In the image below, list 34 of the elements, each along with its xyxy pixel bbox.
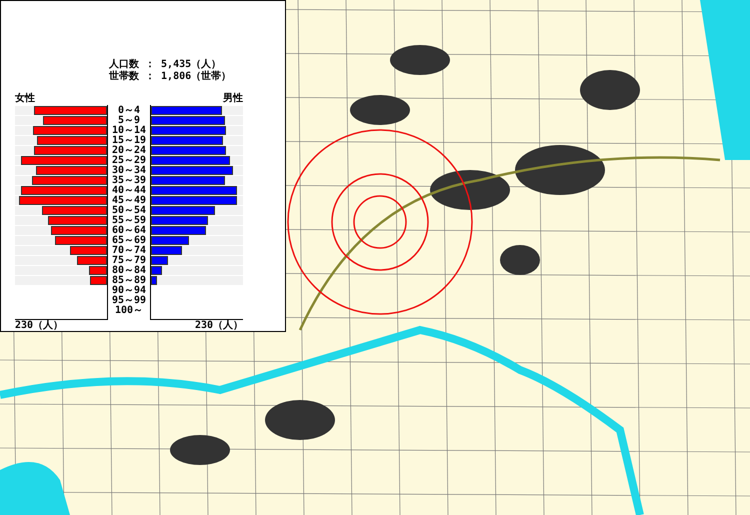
age-group-label: 60～64 [110,226,148,236]
sea [0,462,70,515]
scale-label: 230（人） [194,320,243,332]
age-group-label: 90～94 [110,286,148,296]
age-group-label: 0～4 [116,106,142,116]
age-group-label: 30～34 [110,166,148,176]
building-cluster [500,245,540,275]
pyramid-side-title: 男性 [223,93,243,105]
age-group-label: 80～84 [110,266,148,276]
summary-text: 世帯数 ： 1,806（世帯） [109,71,232,83]
building-cluster [265,400,335,440]
age-group-label: 20～24 [110,146,148,156]
age-group-label: 25～29 [110,156,148,166]
age-group-label: 95～99 [110,296,148,306]
age-group-label: 70～74 [110,246,148,256]
scale-label: 230（人） [15,320,64,332]
age-group-label: 65～69 [110,236,148,246]
age-group-label: 35～39 [110,176,148,186]
age-group-label: 85～89 [110,276,148,286]
age-group-label: 75～79 [110,256,148,266]
age-group-label: 40～44 [110,186,148,196]
building-cluster [580,70,640,110]
building-cluster [350,95,410,125]
age-group-label: 55～59 [110,216,148,226]
age-group-label: 10～14 [110,126,148,136]
age-group-label: 50～54 [110,206,148,216]
summary-text: 人口数 ： 5,435（人） [109,59,222,70]
age-group-label: 100～ [114,306,144,316]
age-group-label: 45～49 [110,196,148,206]
age-group-label: 15～19 [110,136,148,146]
building-cluster [390,45,450,75]
building-cluster [170,435,230,465]
age-group-label: 5～9 [118,116,140,126]
pyramid-side-title: 女性 [15,93,35,105]
